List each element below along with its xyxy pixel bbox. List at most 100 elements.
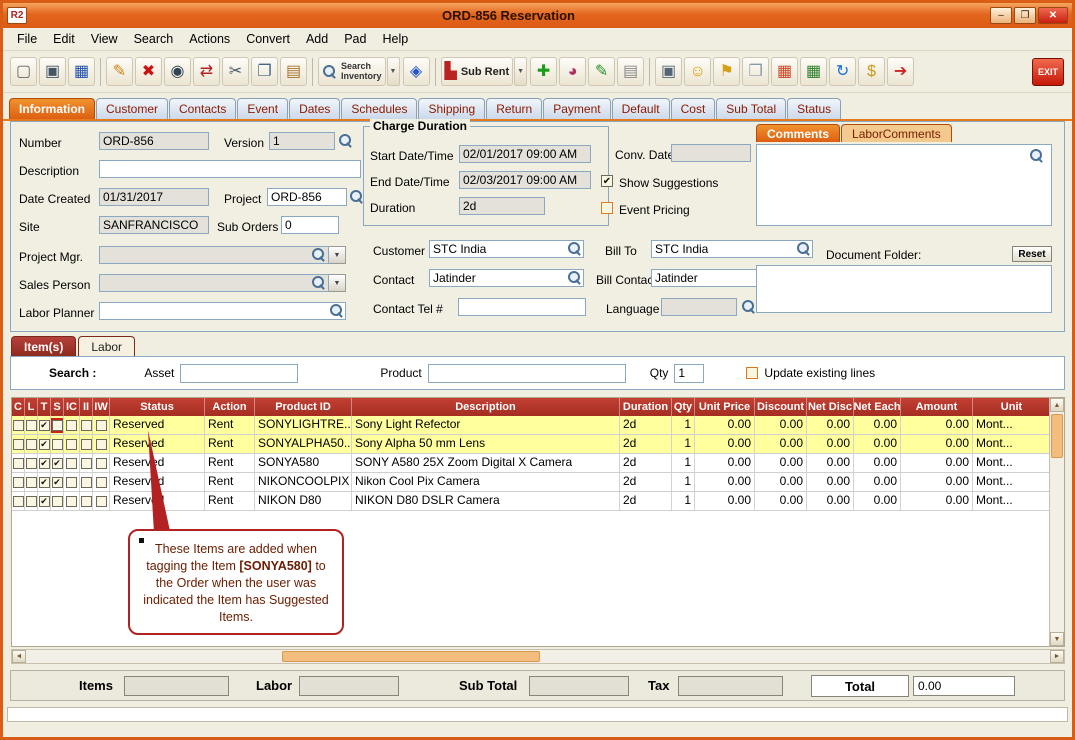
add-item-button[interactable]: ✚ bbox=[530, 57, 557, 86]
row-checkbox[interactable] bbox=[81, 477, 92, 488]
row-checkbox[interactable] bbox=[39, 458, 50, 469]
toolbar-dropdown-arrow[interactable]: ▼ bbox=[387, 57, 400, 86]
grid-edit-button[interactable]: ▦ bbox=[800, 57, 827, 86]
labor-planner-field[interactable] bbox=[99, 302, 346, 320]
column-header-qty[interactable]: Qty bbox=[672, 398, 695, 416]
tab-schedules[interactable]: Schedules bbox=[341, 98, 417, 119]
row-checkbox[interactable] bbox=[39, 420, 50, 431]
row-checkbox[interactable] bbox=[39, 439, 50, 450]
row-checkbox[interactable] bbox=[66, 477, 77, 488]
edit-lines-button[interactable]: ✎ bbox=[588, 57, 615, 86]
language-search-icon[interactable] bbox=[741, 299, 756, 314]
column-header-c[interactable]: C bbox=[12, 398, 25, 416]
column-header-net-disc[interactable]: Net Disc bbox=[807, 398, 854, 416]
paste-button[interactable]: ▤ bbox=[280, 57, 307, 86]
qty-input[interactable] bbox=[674, 364, 704, 383]
column-header-ic[interactable]: IC bbox=[64, 398, 80, 416]
horizontal-scroll-thumb[interactable] bbox=[282, 651, 540, 662]
new-document-button[interactable]: ▢ bbox=[10, 57, 37, 86]
scroll-up-arrow[interactable]: ▲ bbox=[1050, 398, 1064, 412]
tab-laborcomments[interactable]: LaborComments bbox=[841, 124, 952, 142]
row-checkbox[interactable] bbox=[26, 458, 37, 469]
smiley-status-button[interactable]: ☺ bbox=[684, 57, 711, 86]
refresh-button[interactable]: ↻ bbox=[829, 57, 856, 86]
tab-comments[interactable]: Comments bbox=[756, 124, 840, 142]
row-checkbox[interactable] bbox=[13, 439, 24, 450]
column-header-amount[interactable]: Amount bbox=[901, 398, 973, 416]
document-folder-box[interactable] bbox=[756, 265, 1052, 313]
find-binoculars-button[interactable]: ◉ bbox=[164, 57, 191, 86]
column-header-ii[interactable]: II bbox=[80, 398, 93, 416]
end-datetime-field[interactable]: 02/03/2017 09:00 AM bbox=[459, 171, 591, 189]
comments-search-icon[interactable] bbox=[1029, 148, 1044, 163]
column-header-unit[interactable]: Unit bbox=[973, 398, 1051, 416]
tab-payment[interactable]: Payment bbox=[543, 98, 610, 119]
row-checkbox[interactable] bbox=[96, 458, 107, 469]
menu-item-convert[interactable]: Convert bbox=[238, 29, 298, 49]
sales-person-field[interactable] bbox=[99, 274, 329, 292]
row-checkbox[interactable] bbox=[26, 496, 37, 507]
row-checkbox[interactable] bbox=[66, 458, 77, 469]
copy-button[interactable]: ❐ bbox=[251, 57, 278, 86]
row-checkbox[interactable] bbox=[26, 477, 37, 488]
vertical-scrollbar[interactable]: ▲ ▼ bbox=[1049, 398, 1064, 646]
table-row[interactable]: ReservedRentNIKON D80NIKON D80 DSLR Came… bbox=[12, 492, 1051, 511]
row-checkbox[interactable] bbox=[52, 496, 63, 507]
update-existing-lines-checkbox[interactable] bbox=[746, 367, 758, 379]
row-checkbox[interactable] bbox=[81, 458, 92, 469]
reset-button[interactable]: Reset bbox=[1012, 246, 1052, 262]
table-row[interactable]: ReservedRentSONYA580SONY A580 25X Zoom D… bbox=[12, 454, 1051, 473]
row-checkbox[interactable] bbox=[52, 477, 63, 488]
vertical-scroll-thumb[interactable] bbox=[1051, 414, 1063, 458]
column-header-t[interactable]: T bbox=[38, 398, 51, 416]
clear-lines-button[interactable]: ❒ bbox=[742, 57, 769, 86]
print-labels-button[interactable]: ▣ bbox=[655, 57, 682, 86]
maximize-button[interactable]: ❐ bbox=[1014, 7, 1036, 24]
column-header-discount[interactable]: Discount bbox=[755, 398, 807, 416]
analysis-cube-button[interactable]: ▦ bbox=[771, 57, 798, 86]
customer-search-icon[interactable] bbox=[567, 241, 582, 256]
tab-dates[interactable]: Dates bbox=[289, 98, 340, 119]
group-items-button[interactable]: ◕ bbox=[559, 57, 586, 86]
search-inventory-button[interactable]: SearchInventory bbox=[318, 57, 386, 86]
tab-labor[interactable]: Labor bbox=[78, 336, 135, 356]
row-checkbox[interactable] bbox=[39, 496, 50, 507]
tab-contacts[interactable]: Contacts bbox=[169, 98, 236, 119]
row-checkbox[interactable] bbox=[39, 477, 50, 488]
notes-pad-button[interactable]: ▤ bbox=[617, 57, 644, 86]
column-header-status[interactable]: Status bbox=[110, 398, 205, 416]
sub-orders-field[interactable]: 0 bbox=[281, 216, 339, 234]
sales-person-dropdown[interactable]: ▼ bbox=[329, 274, 346, 292]
close-button[interactable]: ✕ bbox=[1038, 7, 1068, 24]
row-checkbox[interactable] bbox=[81, 496, 92, 507]
flag-button[interactable]: ⚑ bbox=[713, 57, 740, 86]
product-input[interactable] bbox=[428, 364, 626, 383]
money-button[interactable]: $ bbox=[858, 57, 885, 86]
site-field[interactable]: SANFRANCISCO bbox=[99, 216, 209, 234]
column-header-description[interactable]: Description bbox=[352, 398, 620, 416]
tab-information[interactable]: Information bbox=[9, 98, 95, 119]
menu-item-edit[interactable]: Edit bbox=[45, 29, 83, 49]
row-checkbox[interactable] bbox=[26, 420, 37, 431]
conv-date-field[interactable] bbox=[671, 144, 751, 162]
contact-search-icon[interactable] bbox=[567, 270, 582, 285]
row-checkbox[interactable] bbox=[66, 496, 77, 507]
tab-customer[interactable]: Customer bbox=[96, 98, 168, 119]
tab-sub-total[interactable]: Sub Total bbox=[716, 98, 786, 119]
customer-field[interactable]: STC India bbox=[429, 240, 584, 258]
tab-return[interactable]: Return bbox=[486, 98, 542, 119]
tab-item-s[interactable]: Item(s) bbox=[11, 336, 76, 356]
version-field[interactable]: 1 bbox=[269, 132, 335, 150]
version-search-icon[interactable] bbox=[338, 133, 353, 148]
scroll-left-arrow[interactable]: ◄ bbox=[12, 650, 26, 663]
tab-default[interactable]: Default bbox=[612, 98, 670, 119]
number-field[interactable]: ORD-856 bbox=[99, 132, 209, 150]
column-header-s[interactable]: S bbox=[51, 398, 64, 416]
date-created-field[interactable]: 01/31/2017 bbox=[99, 188, 209, 206]
horizontal-scrollbar[interactable]: ◄ ► bbox=[11, 649, 1065, 664]
item-search-button[interactable]: ◈ bbox=[403, 57, 430, 86]
row-checkbox[interactable] bbox=[26, 439, 37, 450]
language-field[interactable] bbox=[661, 298, 737, 316]
menu-item-file[interactable]: File bbox=[9, 29, 45, 49]
menu-item-help[interactable]: Help bbox=[374, 29, 416, 49]
